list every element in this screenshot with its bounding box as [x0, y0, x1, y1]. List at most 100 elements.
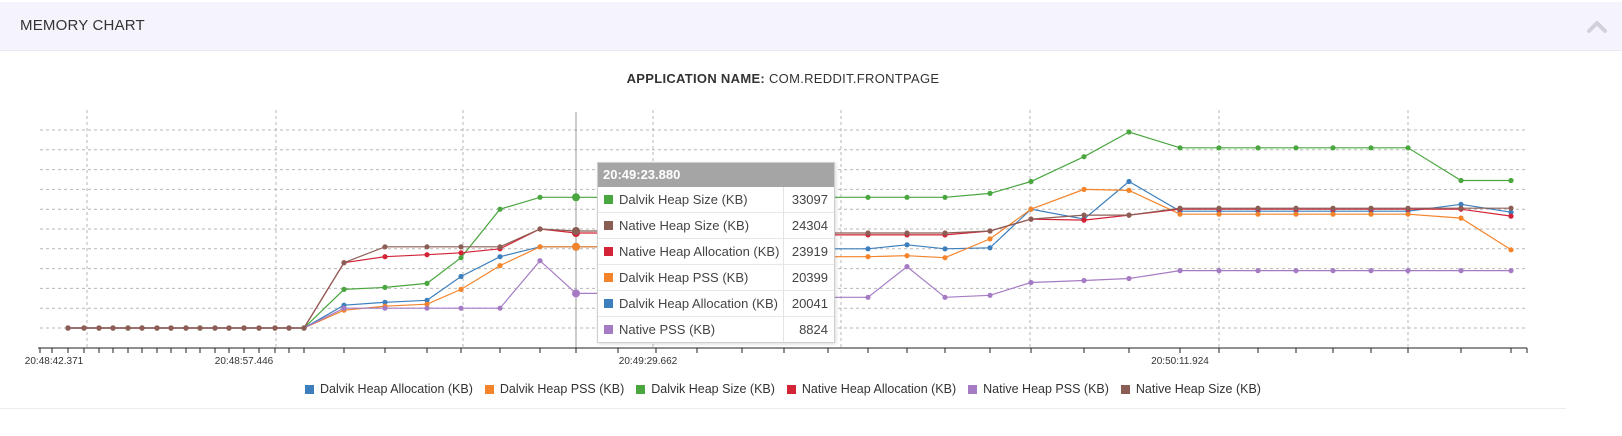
data-point[interactable] [1177, 205, 1183, 211]
data-point[interactable] [139, 325, 145, 331]
data-point[interactable] [904, 194, 910, 200]
data-point[interactable] [286, 325, 292, 331]
chevron-up-icon[interactable] [1586, 16, 1608, 36]
data-point[interactable] [1293, 268, 1299, 274]
data-point[interactable] [1081, 186, 1087, 192]
data-point[interactable] [197, 325, 203, 331]
data-point[interactable] [424, 244, 430, 250]
data-point[interactable] [1216, 205, 1222, 211]
data-point[interactable] [1368, 268, 1374, 274]
data-point[interactable] [1330, 145, 1336, 151]
data-point[interactable] [65, 325, 71, 331]
data-point[interactable] [1405, 145, 1411, 151]
data-point[interactable] [424, 305, 430, 311]
data-point[interactable] [1508, 213, 1514, 219]
legend-item[interactable]: Dalvik Heap PSS (KB) [484, 382, 624, 396]
data-point[interactable] [1216, 211, 1222, 217]
data-point[interactable] [1028, 206, 1034, 212]
data-point[interactable] [1126, 212, 1132, 218]
data-point[interactable] [942, 230, 948, 236]
legend-item[interactable]: Native Heap Size (KB) [1120, 382, 1261, 396]
data-point[interactable] [1216, 145, 1222, 151]
data-point[interactable] [865, 254, 871, 260]
data-point[interactable] [537, 226, 543, 232]
data-point[interactable] [458, 273, 464, 280]
data-point[interactable] [1126, 275, 1132, 282]
data-point[interactable] [904, 242, 910, 248]
data-point[interactable] [1255, 205, 1261, 211]
data-point[interactable] [241, 325, 247, 331]
data-point[interactable] [1368, 211, 1374, 217]
data-point[interactable] [987, 228, 993, 234]
data-point[interactable] [1177, 145, 1183, 151]
legend-item[interactable]: Native Heap Allocation (KB) [786, 382, 956, 396]
data-point[interactable] [1126, 187, 1132, 193]
data-point[interactable] [987, 190, 993, 196]
data-point[interactable] [458, 255, 464, 261]
data-point[interactable] [301, 325, 307, 331]
data-point[interactable] [341, 305, 347, 311]
data-point[interactable] [987, 245, 993, 251]
data-point[interactable] [1255, 211, 1261, 217]
data-point[interactable] [1458, 177, 1464, 184]
data-point[interactable] [1458, 205, 1464, 211]
data-point[interactable] [1405, 205, 1411, 211]
data-point[interactable] [1508, 205, 1514, 211]
data-point[interactable] [1081, 212, 1087, 218]
data-point[interactable] [1255, 145, 1261, 151]
data-point[interactable] [942, 246, 948, 252]
data-point[interactable] [458, 286, 464, 292]
data-point[interactable] [382, 284, 388, 290]
data-point[interactable] [1081, 277, 1087, 284]
data-point[interactable] [424, 280, 430, 286]
data-point[interactable] [497, 244, 503, 250]
data-point[interactable] [1028, 279, 1034, 286]
data-point[interactable] [1368, 145, 1374, 151]
data-point[interactable] [1330, 211, 1336, 217]
data-point[interactable] [987, 236, 993, 242]
data-point[interactable] [125, 325, 131, 331]
data-point[interactable] [1293, 205, 1299, 211]
data-point[interactable] [942, 194, 948, 200]
data-point[interactable] [537, 244, 543, 250]
data-point[interactable] [212, 325, 218, 331]
data-point[interactable] [537, 194, 543, 200]
data-point[interactable] [1330, 268, 1336, 274]
data-point[interactable] [537, 258, 543, 264]
data-point[interactable] [1405, 268, 1411, 274]
data-point[interactable] [1293, 211, 1299, 217]
data-point[interactable] [497, 206, 503, 212]
data-point[interactable] [382, 254, 388, 260]
data-point[interactable] [904, 264, 910, 270]
data-point[interactable] [458, 305, 464, 311]
data-point[interactable] [382, 305, 388, 311]
legend-item[interactable]: Native Heap PSS (KB) [968, 382, 1109, 396]
data-point[interactable] [154, 325, 160, 331]
legend-item[interactable]: Dalvik Heap Size (KB) [636, 382, 775, 396]
data-point[interactable] [1177, 268, 1183, 274]
data-point[interactable] [458, 250, 464, 256]
data-point[interactable] [904, 253, 910, 259]
data-point[interactable] [497, 254, 503, 260]
data-point[interactable] [497, 305, 503, 311]
data-point[interactable] [272, 325, 278, 331]
data-point[interactable] [865, 194, 871, 200]
data-point[interactable] [572, 193, 580, 202]
data-point[interactable] [1458, 215, 1464, 221]
data-point[interactable] [81, 325, 87, 331]
data-point[interactable] [904, 230, 910, 236]
data-point[interactable] [497, 263, 503, 269]
data-point[interactable] [226, 325, 232, 331]
data-point[interactable] [168, 325, 174, 331]
data-point[interactable] [1126, 129, 1132, 135]
data-point[interactable] [1028, 216, 1034, 222]
data-point[interactable] [424, 252, 430, 258]
data-point[interactable] [1126, 178, 1132, 185]
data-point[interactable] [1405, 211, 1411, 217]
data-point[interactable] [1368, 205, 1374, 211]
data-point[interactable] [256, 325, 262, 331]
data-point[interactable] [458, 244, 464, 250]
data-point[interactable] [1216, 268, 1222, 274]
data-point[interactable] [572, 242, 580, 251]
data-point[interactable] [942, 255, 948, 261]
